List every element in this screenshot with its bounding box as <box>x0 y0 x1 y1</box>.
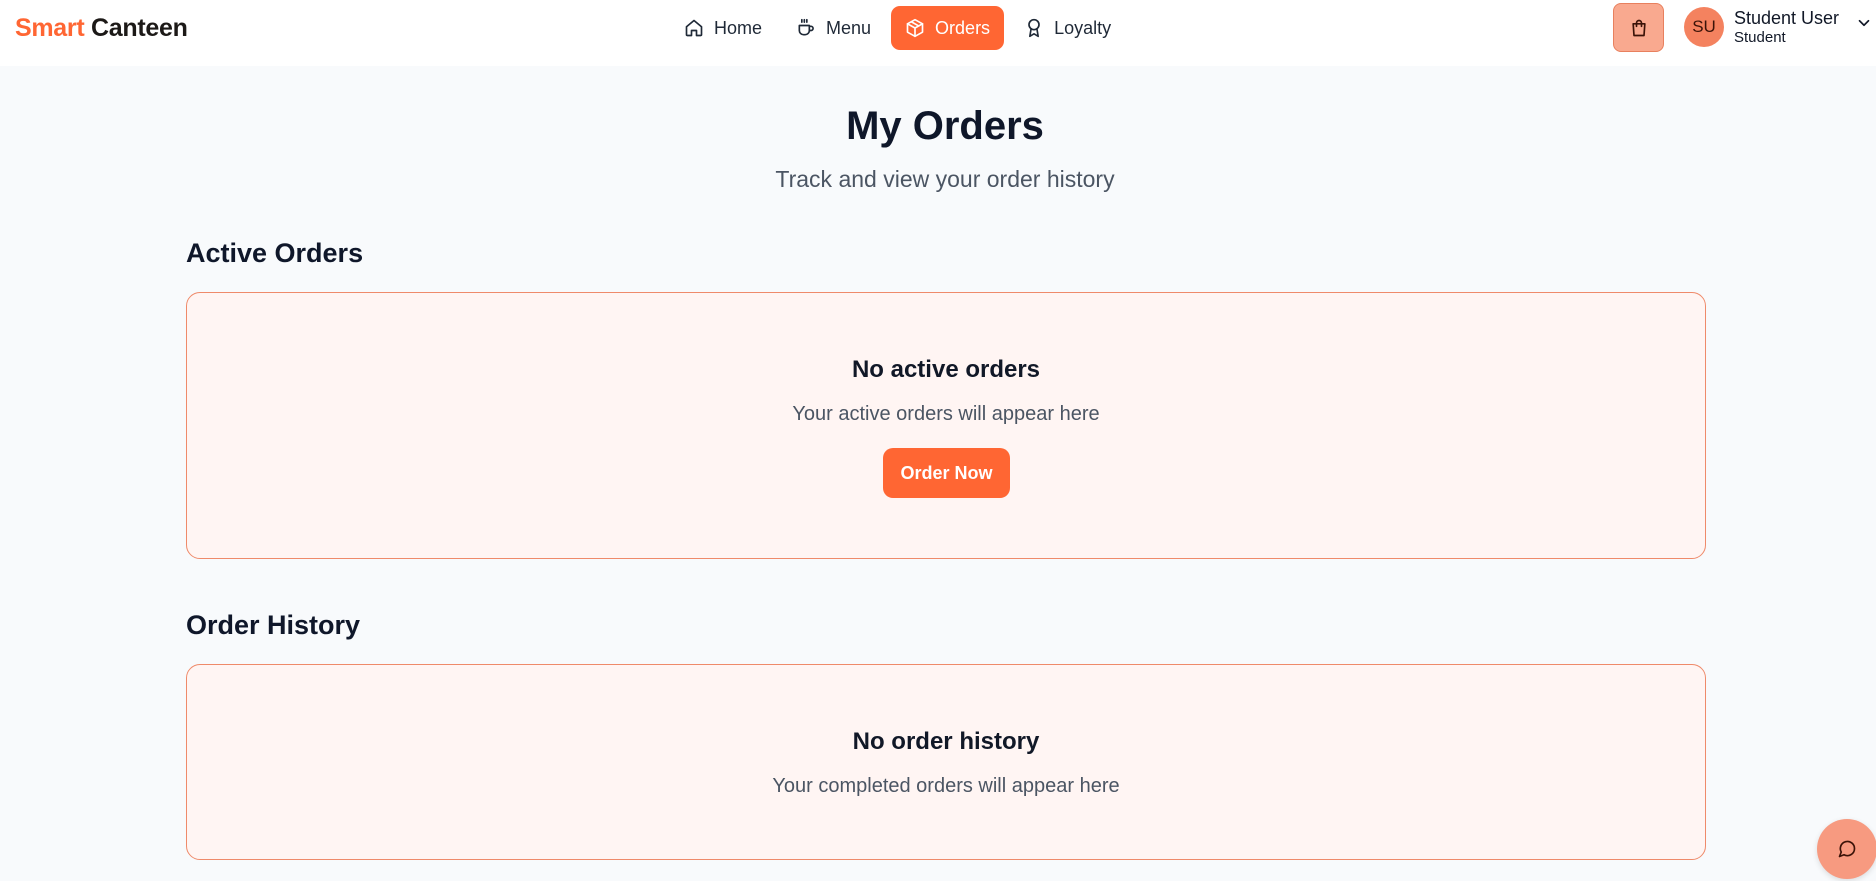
nav-item-label: Menu <box>826 17 872 38</box>
nav-item-home[interactable]: Home <box>670 6 776 50</box>
empty-state-title: No active orders <box>851 356 1041 383</box>
top-navbar: Smart Canteen Home Menu Orders Loyalty S… <box>0 0 1876 66</box>
brand-logo[interactable]: Smart Canteen <box>15 14 188 43</box>
nav-item-label: Home <box>714 17 763 38</box>
home-icon <box>685 19 703 37</box>
nav-item-loyalty[interactable]: Loyalty <box>1010 6 1125 50</box>
empty-state-text: Your completed orders will appear here <box>772 775 1120 797</box>
empty-state-title: No order history <box>852 728 1040 755</box>
page-title: My Orders <box>846 104 1044 148</box>
chevron-down-icon <box>1858 19 1870 27</box>
award-icon <box>1028 18 1040 38</box>
message-circle-icon <box>1838 840 1856 858</box>
order-history-card: No order history Your completed orders w… <box>186 664 1706 860</box>
avatar: SU <box>1684 7 1724 47</box>
user-name: Student User <box>1734 8 1840 29</box>
package-icon <box>906 18 924 38</box>
cart-button[interactable] <box>1613 3 1664 52</box>
chat-button[interactable] <box>1817 819 1876 879</box>
user-info: Student User Student <box>1734 8 1839 46</box>
nav-item-orders[interactable]: Orders <box>891 6 1005 50</box>
order-now-button[interactable]: Order Now <box>883 448 1010 498</box>
brand-part-canteen: Canteen <box>91 14 188 42</box>
shopping-bag-icon <box>1631 19 1646 36</box>
user-menu[interactable]: SU Student User Student <box>1684 7 1873 47</box>
nav-item-menu[interactable]: Menu <box>782 6 885 50</box>
nav-item-label: Orders <box>935 17 991 38</box>
active-orders-card: No active orders Your active orders will… <box>186 292 1706 559</box>
coffee-icon <box>798 18 814 36</box>
order-history-heading: Order History <box>186 610 361 640</box>
page-subtitle: Track and view your order history <box>775 166 1115 192</box>
brand-part-smart: Smart <box>15 14 85 42</box>
user-role: Student <box>1734 28 1786 46</box>
empty-state-text: Your active orders will appear here <box>792 403 1100 425</box>
nav-item-label: Loyalty <box>1054 17 1112 38</box>
active-orders-heading: Active Orders <box>186 238 364 268</box>
main-nav: Home Menu Orders Loyalty <box>670 6 1125 50</box>
